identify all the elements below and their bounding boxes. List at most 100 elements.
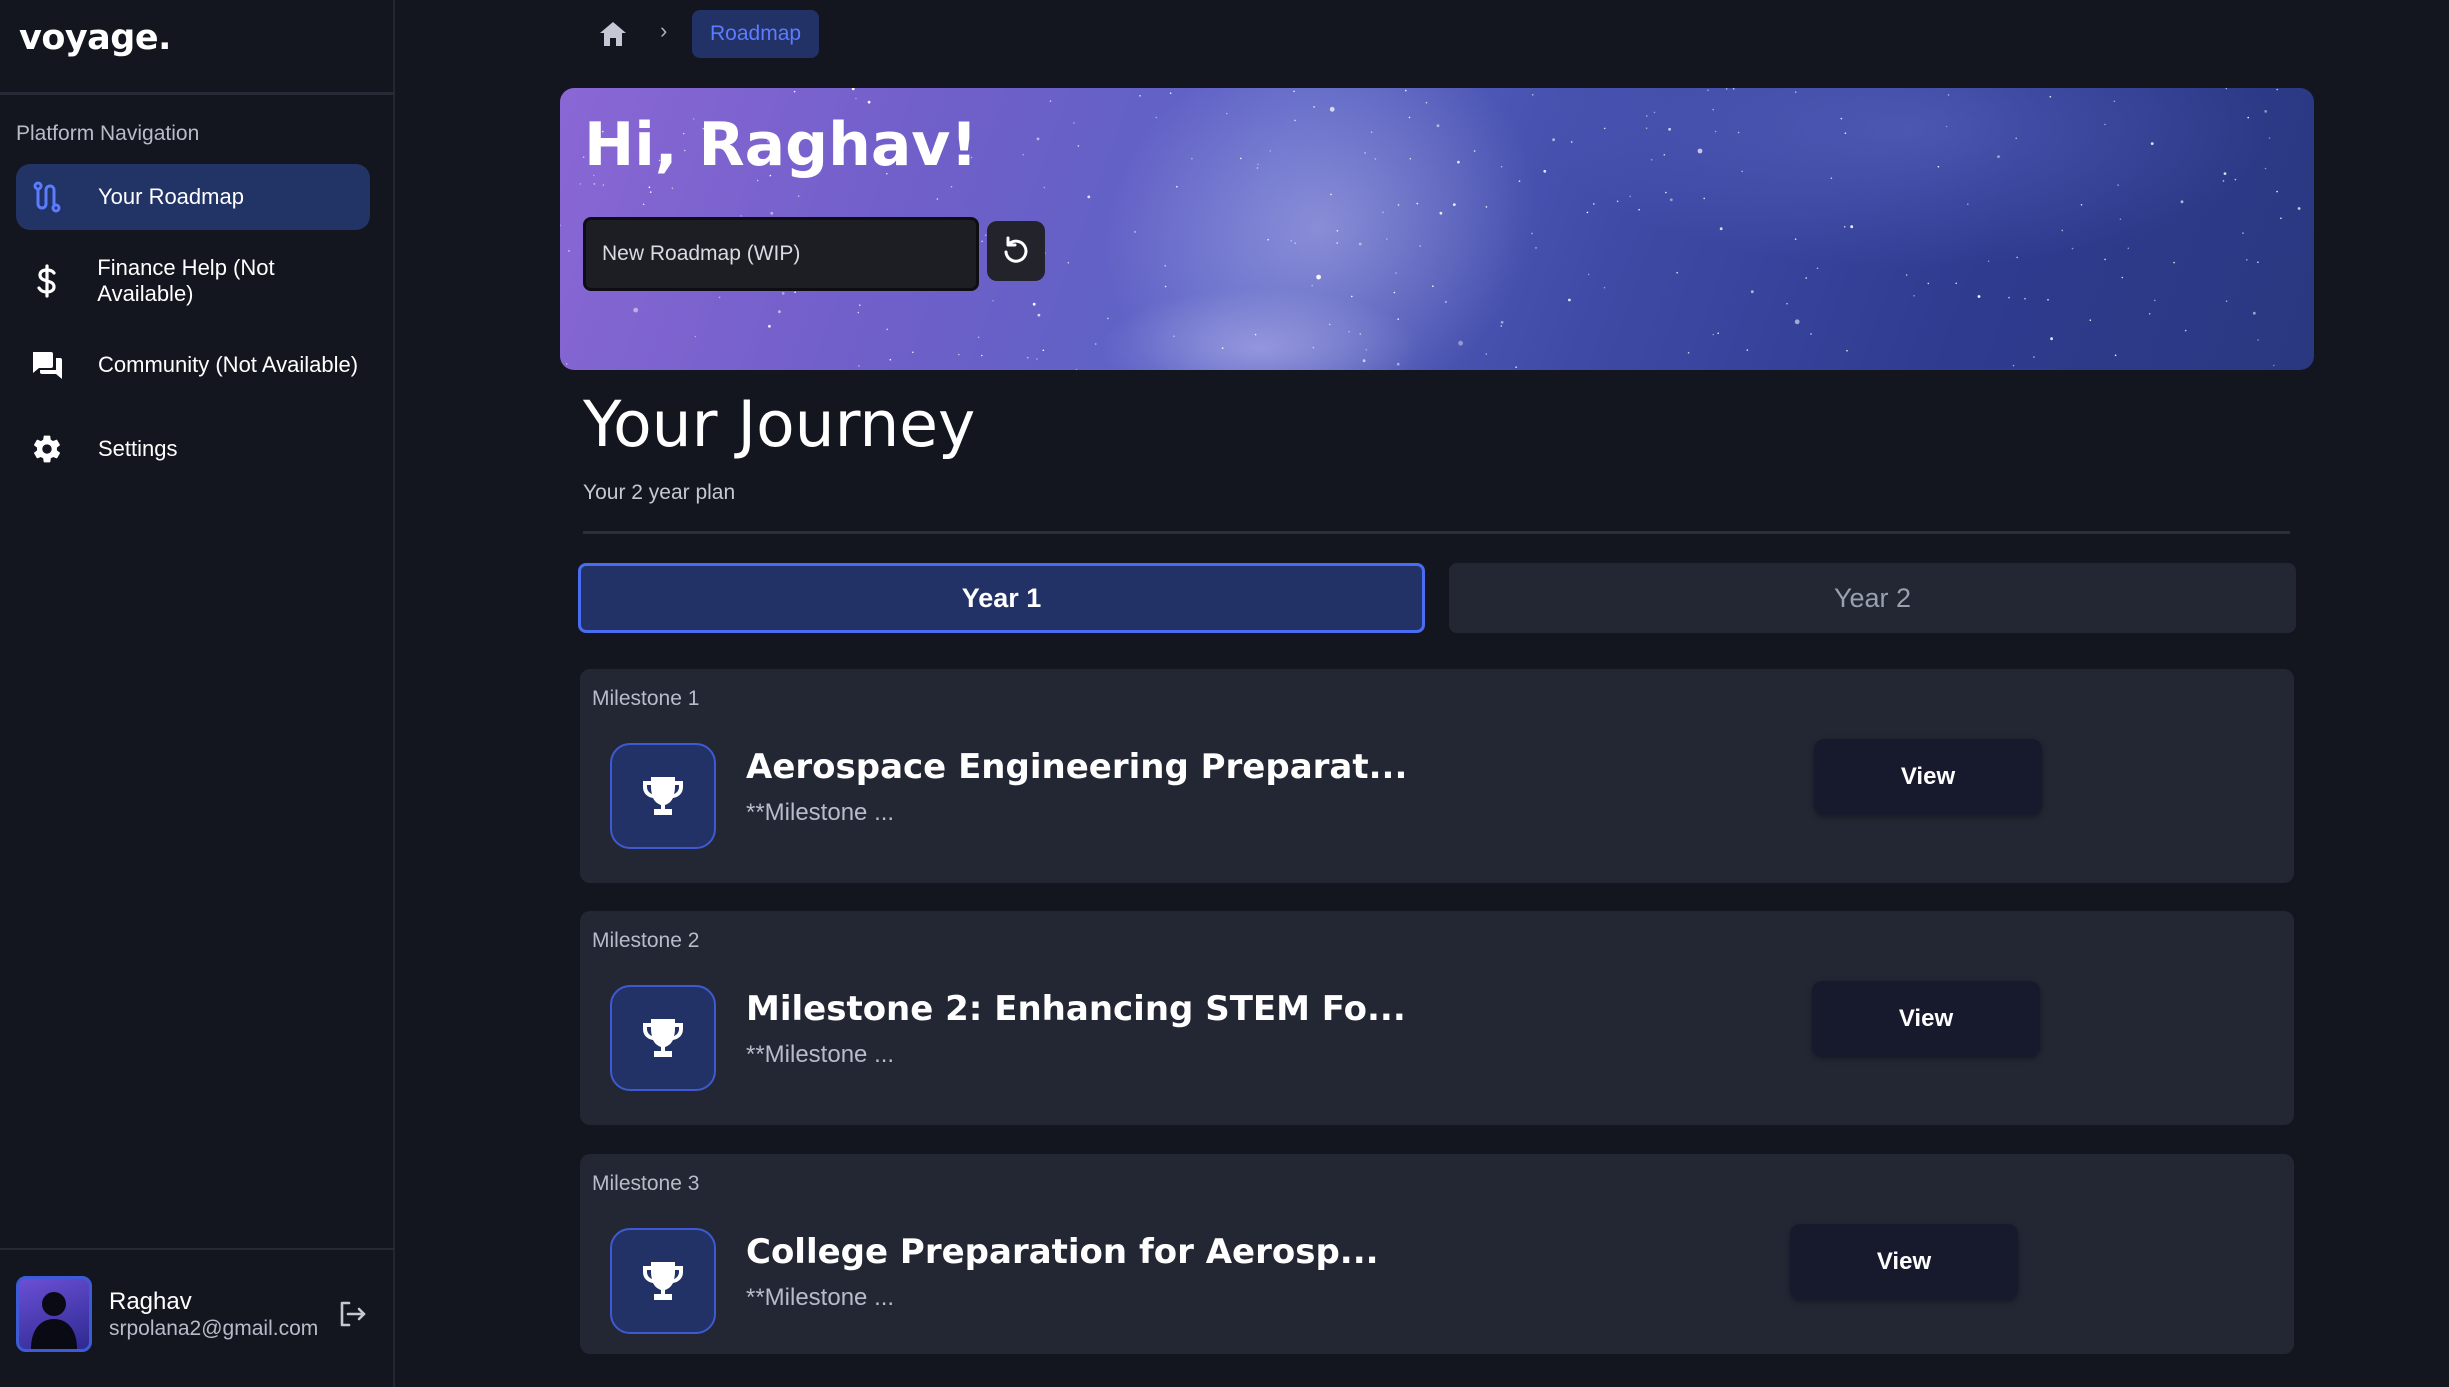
star xyxy=(1552,138,1555,142)
star xyxy=(1077,145,1080,147)
brand-logo[interactable]: voyage. xyxy=(19,18,171,58)
star xyxy=(1500,325,1503,327)
star xyxy=(1042,349,1045,352)
star xyxy=(1107,317,1109,320)
star xyxy=(1844,132,1847,134)
star xyxy=(1240,157,1242,160)
star xyxy=(1603,286,1606,289)
sidebar-item-community[interactable]: Community (Not Available) xyxy=(16,332,370,398)
star xyxy=(1500,165,1503,168)
star xyxy=(1977,295,1981,298)
star xyxy=(950,185,953,188)
star xyxy=(778,310,781,314)
star xyxy=(851,88,855,91)
star xyxy=(2297,207,2301,210)
star xyxy=(2113,100,2116,103)
star xyxy=(1032,302,1036,306)
milestone-description: **Milestone ... xyxy=(746,1284,895,1311)
star xyxy=(1254,333,1257,336)
star xyxy=(1805,277,1807,279)
star xyxy=(2273,364,2275,367)
star xyxy=(2246,259,2248,261)
divider xyxy=(0,92,395,95)
star xyxy=(1395,272,1397,274)
star xyxy=(1810,333,1812,335)
star xyxy=(1737,131,1740,134)
star xyxy=(1416,202,1419,205)
divider xyxy=(0,1248,395,1250)
star xyxy=(1905,274,1908,276)
star xyxy=(1746,349,1749,351)
avatar[interactable] xyxy=(16,1276,92,1352)
star xyxy=(1036,137,1040,141)
view-button[interactable]: View xyxy=(1790,1224,2018,1300)
star xyxy=(2061,229,2064,232)
star xyxy=(1312,346,1315,349)
star xyxy=(1386,238,1388,240)
star xyxy=(1750,290,1754,294)
star xyxy=(1719,227,1723,231)
new-roadmap-input[interactable] xyxy=(583,217,979,291)
star xyxy=(1846,349,1848,352)
star xyxy=(2071,247,2074,250)
star xyxy=(1405,89,1407,92)
tab-year-2[interactable]: Year 2 xyxy=(1449,563,2296,633)
star xyxy=(977,336,980,339)
star xyxy=(1500,320,1504,324)
star xyxy=(2016,256,2018,259)
star xyxy=(1840,117,1843,120)
sidebar-item-settings[interactable]: Settings xyxy=(16,416,370,482)
home-icon[interactable] xyxy=(596,17,630,51)
tab-year-1[interactable]: Year 1 xyxy=(578,563,1425,633)
chevron-right-icon: › xyxy=(660,18,668,43)
star xyxy=(1328,323,1331,326)
star xyxy=(2012,364,2015,367)
breadcrumb-current[interactable]: Roadmap xyxy=(692,10,820,58)
star xyxy=(1408,116,1411,119)
star xyxy=(1531,94,1534,96)
star xyxy=(2049,96,2052,98)
star xyxy=(1336,242,1338,244)
trophy-icon xyxy=(610,985,716,1091)
star xyxy=(1568,298,1571,302)
star xyxy=(1316,274,1321,280)
trophy-icon xyxy=(610,1228,716,1334)
view-button[interactable]: View xyxy=(1812,981,2040,1057)
milestone-label: Milestone 3 xyxy=(592,1172,700,1195)
star xyxy=(781,292,785,295)
refresh-button[interactable] xyxy=(987,221,1045,281)
star xyxy=(1330,193,1332,196)
star xyxy=(981,240,983,243)
gear-icon xyxy=(30,432,64,466)
star xyxy=(2008,296,2010,299)
star xyxy=(1425,101,1428,104)
star xyxy=(2276,190,2278,193)
star xyxy=(1714,130,1717,133)
page-subtitle: Your 2 year plan xyxy=(583,481,736,504)
star xyxy=(1712,108,1714,111)
view-button[interactable]: View xyxy=(1814,739,2042,815)
star xyxy=(1712,333,1715,336)
sidebar-item-finance-help[interactable]: Finance Help (Not Available) xyxy=(16,248,370,314)
star xyxy=(1155,116,1158,119)
logout-icon[interactable] xyxy=(335,1297,369,1331)
star xyxy=(1139,95,1141,97)
sidebar-item-your-roadmap[interactable]: Your Roadmap xyxy=(16,164,370,230)
star xyxy=(1717,332,1719,334)
chat-icon xyxy=(30,348,64,382)
star xyxy=(1586,211,1589,214)
star xyxy=(593,183,596,185)
milestone-description: **Milestone ... xyxy=(746,799,895,826)
star xyxy=(1997,155,2000,158)
star xyxy=(2225,88,2228,90)
star xyxy=(1816,267,1819,270)
star xyxy=(1650,159,1653,161)
star xyxy=(1396,362,1400,366)
star xyxy=(1531,232,1533,235)
star xyxy=(855,97,857,100)
star xyxy=(648,186,651,188)
star xyxy=(2104,123,2106,126)
star xyxy=(1049,100,1052,102)
milestone-label: Milestone 1 xyxy=(592,687,700,710)
star xyxy=(912,351,914,354)
